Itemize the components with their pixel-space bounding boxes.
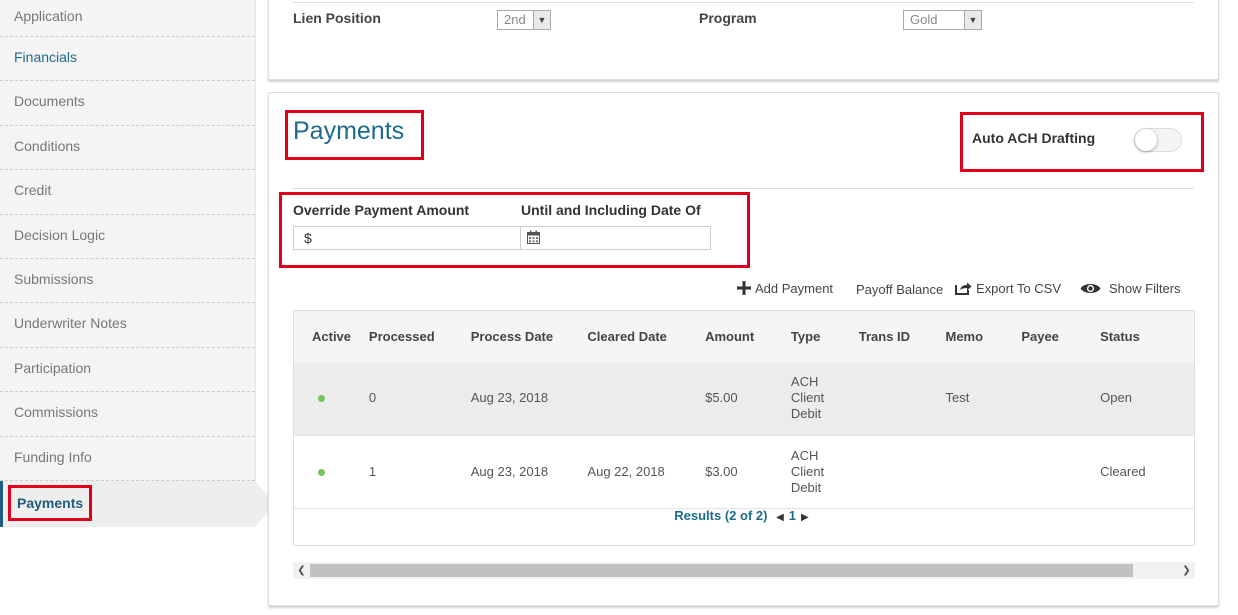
column-header-process-date[interactable]: Process Date <box>471 311 588 362</box>
lien-position-label: Lien Position <box>293 10 381 26</box>
sidebar-item-submissions[interactable]: Submissions <box>0 259 255 304</box>
scroll-left-icon[interactable]: ❮ <box>293 562 310 579</box>
trans-id-cell <box>859 362 946 435</box>
process-date-cell: Aug 23, 2018 <box>470 390 549 406</box>
payments-table: Active Processed Process Date Cleared Da… <box>294 311 1194 509</box>
active-cell <box>294 435 369 508</box>
until-date-label: Until and Including Date Of <box>521 202 701 218</box>
payoff-balance-button[interactable]: Payoff Balance <box>856 282 943 297</box>
trans-id-cell <box>859 435 946 508</box>
memo-cell: Test <box>945 390 970 406</box>
scroll-right-icon[interactable]: ❯ <box>1178 562 1195 579</box>
auto-ach-toggle[interactable] <box>1134 128 1182 152</box>
amount-cell: $5.00 <box>705 390 738 406</box>
export-icon <box>955 281 972 298</box>
active-status-dot <box>318 395 325 403</box>
type-line: ACH <box>790 374 819 390</box>
column-header-amount[interactable]: Amount <box>705 311 791 362</box>
status-cell: Open <box>1100 390 1132 406</box>
add-payment-button[interactable]: Add Payment <box>737 281 833 298</box>
auto-ach-label: Auto ACH Drafting <box>972 130 1096 146</box>
payee-cell <box>1021 362 1100 435</box>
chevron-down-icon: ▼ <box>533 11 550 29</box>
processed-cell: 1 <box>368 463 377 479</box>
export-csv-label: Export To CSV <box>976 281 1062 296</box>
type-line: Debit <box>790 406 822 422</box>
sidebar-item-documents[interactable]: Documents <box>0 81 255 126</box>
toggle-knob <box>1135 129 1157 151</box>
payments-table-container: Active Processed Process Date Cleared Da… <box>293 310 1195 546</box>
page-number[interactable]: 1 <box>789 508 796 523</box>
column-header-status[interactable]: Status <box>1100 311 1194 362</box>
sidebar-item-financials[interactable]: Financials <box>0 37 255 82</box>
process-date-cell: Aug 23, 2018 <box>470 463 549 479</box>
plus-icon <box>737 281 751 298</box>
table-row[interactable]: 1 Aug 23, 2018 Aug 22, 2018 $3.00 ACH Cl… <box>294 435 1194 508</box>
next-page-icon[interactable]: ▶ <box>801 512 809 523</box>
program-select[interactable]: Gold ▼ <box>903 10 982 30</box>
show-filters-label: Show Filters <box>1109 281 1181 296</box>
scrollbar-thumb[interactable] <box>310 564 1133 577</box>
sidebar-item-credit[interactable]: Credit <box>0 170 255 215</box>
payments-panel: Payments Auto ACH Drafting Override Paym… <box>268 92 1219 606</box>
lien-position-select[interactable]: 2nd ▼ <box>497 10 551 30</box>
page-title: Payments <box>293 117 405 145</box>
lien-position-value: 2nd <box>504 12 526 27</box>
sidebar: Application Financials Documents Conditi… <box>0 0 275 527</box>
sidebar-item-application[interactable]: Application <box>0 0 255 37</box>
type-cell: ACH Client Debit <box>791 362 859 435</box>
section-divider <box>293 188 1194 189</box>
type-line: Debit <box>790 479 822 495</box>
sidebar-item-payments-label: Payments <box>8 484 93 521</box>
eye-icon <box>1080 282 1101 298</box>
active-status-dot <box>318 468 325 476</box>
sidebar-item-participation[interactable]: Participation <box>0 348 255 393</box>
cleared-date-cell <box>587 362 705 435</box>
column-header-type[interactable]: Type <box>791 311 859 362</box>
override-amount-input[interactable] <box>293 226 521 250</box>
column-header-memo[interactable]: Memo <box>946 311 1022 362</box>
pagination: Results (2 of 2) ◀ 1 ▶ <box>294 508 1194 523</box>
program-value: Gold <box>910 12 938 27</box>
amount-cell: $3.00 <box>705 463 738 479</box>
export-csv-button[interactable]: Export To CSV <box>955 281 1061 298</box>
cleared-date-cell: Aug 22, 2018 <box>587 463 665 479</box>
status-cell: Cleared <box>1100 463 1146 479</box>
type-line: Client <box>790 390 825 406</box>
sidebar-item-funding-info[interactable]: Funding Info <box>0 437 255 481</box>
sidebar-item-payments[interactable]: Payments <box>0 480 275 527</box>
sidebar-item-commissions[interactable]: Commissions <box>0 392 255 437</box>
column-header-processed[interactable]: Processed <box>369 311 471 362</box>
results-count: Results (2 of 2) <box>674 508 768 523</box>
program-label: Program <box>699 10 757 26</box>
memo-cell <box>946 435 1022 508</box>
until-date-input[interactable] <box>520 226 711 250</box>
sidebar-item-decision-logic[interactable]: Decision Logic <box>0 215 255 259</box>
type-line: Client <box>790 463 825 479</box>
table-row[interactable]: 0 Aug 23, 2018 $5.00 ACH Client Debit Te… <box>294 362 1194 435</box>
horizontal-scrollbar[interactable]: ❮ ❯ <box>293 562 1195 579</box>
column-header-cleared-date[interactable]: Cleared Date <box>587 311 705 362</box>
column-header-trans-id[interactable]: Trans ID <box>859 311 946 362</box>
panel-divider <box>293 2 1194 3</box>
payee-cell <box>1021 435 1100 508</box>
override-amount-label: Override Payment Amount <box>293 202 470 218</box>
table-header-row: Active Processed Process Date Cleared Da… <box>294 311 1194 362</box>
sidebar-item-underwriter-notes[interactable]: Underwriter Notes <box>0 303 255 348</box>
type-line: ACH <box>790 447 819 463</box>
column-header-payee[interactable]: Payee <box>1021 311 1100 362</box>
add-payment-label: Add Payment <box>755 281 834 296</box>
column-header-active[interactable]: Active <box>294 311 369 362</box>
processed-cell: 0 <box>368 390 377 406</box>
type-cell: ACH Client Debit <box>791 435 859 508</box>
sidebar-item-conditions[interactable]: Conditions <box>0 126 255 171</box>
loan-details-panel: Lien Position 2nd ▼ Program Gold ▼ <box>268 0 1219 80</box>
active-cell <box>294 362 369 435</box>
show-filters-button[interactable]: Show Filters <box>1080 281 1181 298</box>
prev-page-icon[interactable]: ◀ <box>776 512 784 523</box>
chevron-down-icon: ▼ <box>964 11 981 29</box>
